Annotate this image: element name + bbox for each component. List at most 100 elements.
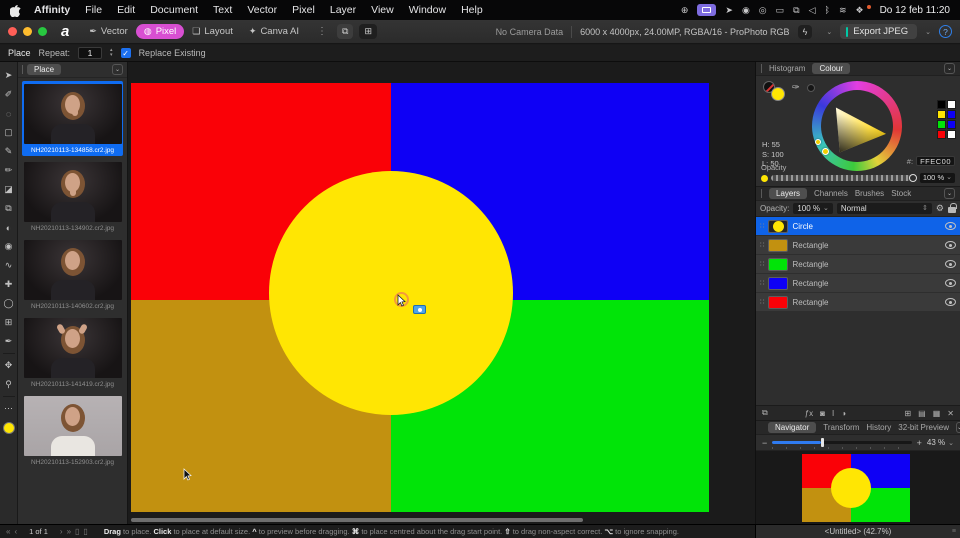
- adjustment-icon[interactable]: ◑: [841, 409, 846, 418]
- navigator-preview[interactable]: [756, 451, 960, 524]
- document-canvas[interactable]: [131, 83, 709, 512]
- fill-colour-swatch[interactable]: [771, 87, 785, 101]
- delete-layer-icon[interactable]: ✕: [947, 409, 954, 418]
- place-item-2[interactable]: NH20210113-134902.cr2.jpg: [22, 159, 123, 234]
- layer-thumbnail[interactable]: [768, 220, 788, 233]
- menu-item-document[interactable]: Document: [150, 4, 198, 16]
- repeat-stepper[interactable]: ▴▾: [110, 48, 113, 58]
- tab-channels[interactable]: Channels: [814, 189, 848, 198]
- menu-item-help[interactable]: Help: [461, 4, 483, 16]
- menu-clock[interactable]: Do 12 feb 11:20: [880, 5, 950, 16]
- layer-thumbnail[interactable]: [768, 296, 788, 309]
- replace-existing-checkbox[interactable]: ✓: [121, 48, 131, 58]
- move-tool[interactable]: ➤: [0, 66, 17, 85]
- colour-wheel[interactable]: [812, 81, 902, 171]
- layer-row-rectangle-green[interactable]: ∷ Rectangle: [756, 255, 960, 273]
- menu-item-layer[interactable]: Layer: [330, 4, 356, 16]
- paint-brush-tool[interactable]: ✎: [0, 142, 17, 161]
- swatch[interactable]: [937, 100, 946, 109]
- layer-name[interactable]: Rectangle: [792, 241, 828, 250]
- persona-overflow-menu[interactable]: ⋮: [317, 26, 327, 37]
- picked-colour-dot[interactable]: [807, 84, 815, 92]
- panel-menu-button[interactable]: ⌄: [944, 188, 955, 199]
- eraser-tool[interactable]: ◪: [0, 180, 17, 199]
- place-item-5[interactable]: NH20210113-152903.cr2.jpg: [22, 393, 123, 468]
- healing-tool[interactable]: ✚: [0, 275, 17, 294]
- snapping-options-button[interactable]: ⊞: [359, 24, 377, 39]
- layer-row-rectangle-blue[interactable]: ∷ Rectangle: [756, 274, 960, 292]
- menu-item-vector[interactable]: Vector: [247, 4, 277, 16]
- fx-icon[interactable]: ƒx: [805, 409, 813, 418]
- wifi-icon[interactable]: ≋: [839, 6, 847, 15]
- swatch[interactable]: [937, 110, 946, 119]
- text-layer-icon[interactable]: I: [832, 409, 834, 418]
- edit-linked-icon[interactable]: ⧉: [762, 408, 768, 418]
- pixel-tool[interactable]: ✏: [0, 161, 17, 180]
- flood-select-tool[interactable]: ◌: [0, 104, 17, 123]
- layer-drag-handle[interactable]: ∷: [760, 260, 764, 268]
- globe-icon[interactable]: ⊕: [681, 6, 689, 15]
- menu-item-text[interactable]: Text: [213, 4, 232, 16]
- place-item-1[interactable]: NH20210113-134858.cr2.jpg: [22, 81, 123, 156]
- layer-visibility-eye-icon[interactable]: [945, 222, 956, 230]
- swatch[interactable]: [937, 120, 946, 129]
- minimize-window-button[interactable]: [23, 27, 32, 36]
- screen-mirroring-icon[interactable]: [697, 4, 716, 16]
- swatch[interactable]: [947, 120, 956, 129]
- camera-status-icon[interactable]: ◎: [759, 6, 767, 15]
- assistant-button[interactable]: ⧉: [337, 24, 353, 39]
- layer-visibility-eye-icon[interactable]: [945, 260, 956, 268]
- layer-thumbnail[interactable]: [768, 258, 788, 271]
- tab-history[interactable]: History: [866, 423, 891, 432]
- zoom-out-button[interactable]: −: [762, 438, 767, 448]
- tab-histogram[interactable]: Histogram: [769, 64, 805, 73]
- layer-name[interactable]: Rectangle: [792, 298, 828, 307]
- repeat-input[interactable]: 1: [78, 47, 102, 59]
- bluetooth-icon[interactable]: ᛒ: [825, 6, 830, 15]
- menu-item-affinity[interactable]: Affinity: [34, 4, 70, 16]
- tab-transform[interactable]: Transform: [823, 423, 859, 432]
- dodge-tool[interactable]: ◐: [0, 218, 17, 237]
- persona-pixel[interactable]: ◍Pixel: [136, 24, 184, 39]
- swatch[interactable]: [947, 110, 956, 119]
- opacity-value-dropdown[interactable]: 100 %⌄: [920, 173, 955, 183]
- panel-grip[interactable]: [761, 64, 762, 73]
- layer-thumbnail[interactable]: [768, 239, 788, 252]
- layer-name[interactable]: Rectangle: [792, 260, 828, 269]
- swatch[interactable]: [947, 130, 956, 139]
- apple-menu-icon[interactable]: [10, 4, 21, 17]
- yellow-circle-layer[interactable]: [269, 171, 513, 415]
- display-status-icon[interactable]: ▭: [776, 6, 785, 15]
- last-page-button[interactable]: »: [67, 527, 71, 536]
- marquee-tool[interactable]: ▢: [0, 123, 17, 142]
- user-switch-icon[interactable]: ❖: [855, 6, 863, 15]
- panel-grip[interactable]: [761, 189, 762, 198]
- view-tool[interactable]: ✥: [0, 356, 17, 375]
- prev-page-button[interactable]: ‹: [14, 527, 17, 536]
- clone-tool[interactable]: ◉: [0, 237, 17, 256]
- zoom-value-dropdown[interactable]: 43 %⌄: [927, 438, 954, 447]
- help-button[interactable]: ?: [939, 25, 952, 38]
- canvas-viewport[interactable]: [129, 62, 755, 524]
- tab-place[interactable]: Place: [27, 64, 61, 75]
- export-jpeg-button[interactable]: Export JPEG: [840, 24, 917, 39]
- layer-name[interactable]: Rectangle: [792, 279, 828, 288]
- tab-layers[interactable]: Layers: [769, 188, 807, 199]
- close-window-button[interactable]: [8, 27, 17, 36]
- place-item-3[interactable]: NH20210113-140602.cr2.jpg: [22, 237, 123, 312]
- navigator-thumbnail[interactable]: [802, 454, 910, 522]
- menu-item-edit[interactable]: Edit: [117, 4, 135, 16]
- layer-row-rectangle-ochre[interactable]: ∷ Rectangle: [756, 236, 960, 254]
- hardware-acceleration-button[interactable]: ϟ: [798, 25, 813, 39]
- layer-row-rectangle-red[interactable]: ∷ Rectangle: [756, 293, 960, 311]
- new-layer-icon[interactable]: ⊞: [904, 409, 911, 418]
- selection-brush-tool[interactable]: ✐: [0, 85, 17, 104]
- layer-drag-handle[interactable]: ∷: [760, 279, 764, 287]
- more-tools[interactable]: ⋯: [0, 399, 17, 418]
- panel-menu-button[interactable]: ⌄: [112, 64, 123, 75]
- eyedropper-icon[interactable]: ✑: [792, 82, 800, 93]
- swatch[interactable]: [937, 130, 946, 139]
- panel-menu-button[interactable]: ⌄: [956, 422, 960, 433]
- layer-settings-gear-icon[interactable]: ⚙: [936, 203, 944, 214]
- menu-item-view[interactable]: View: [371, 4, 394, 16]
